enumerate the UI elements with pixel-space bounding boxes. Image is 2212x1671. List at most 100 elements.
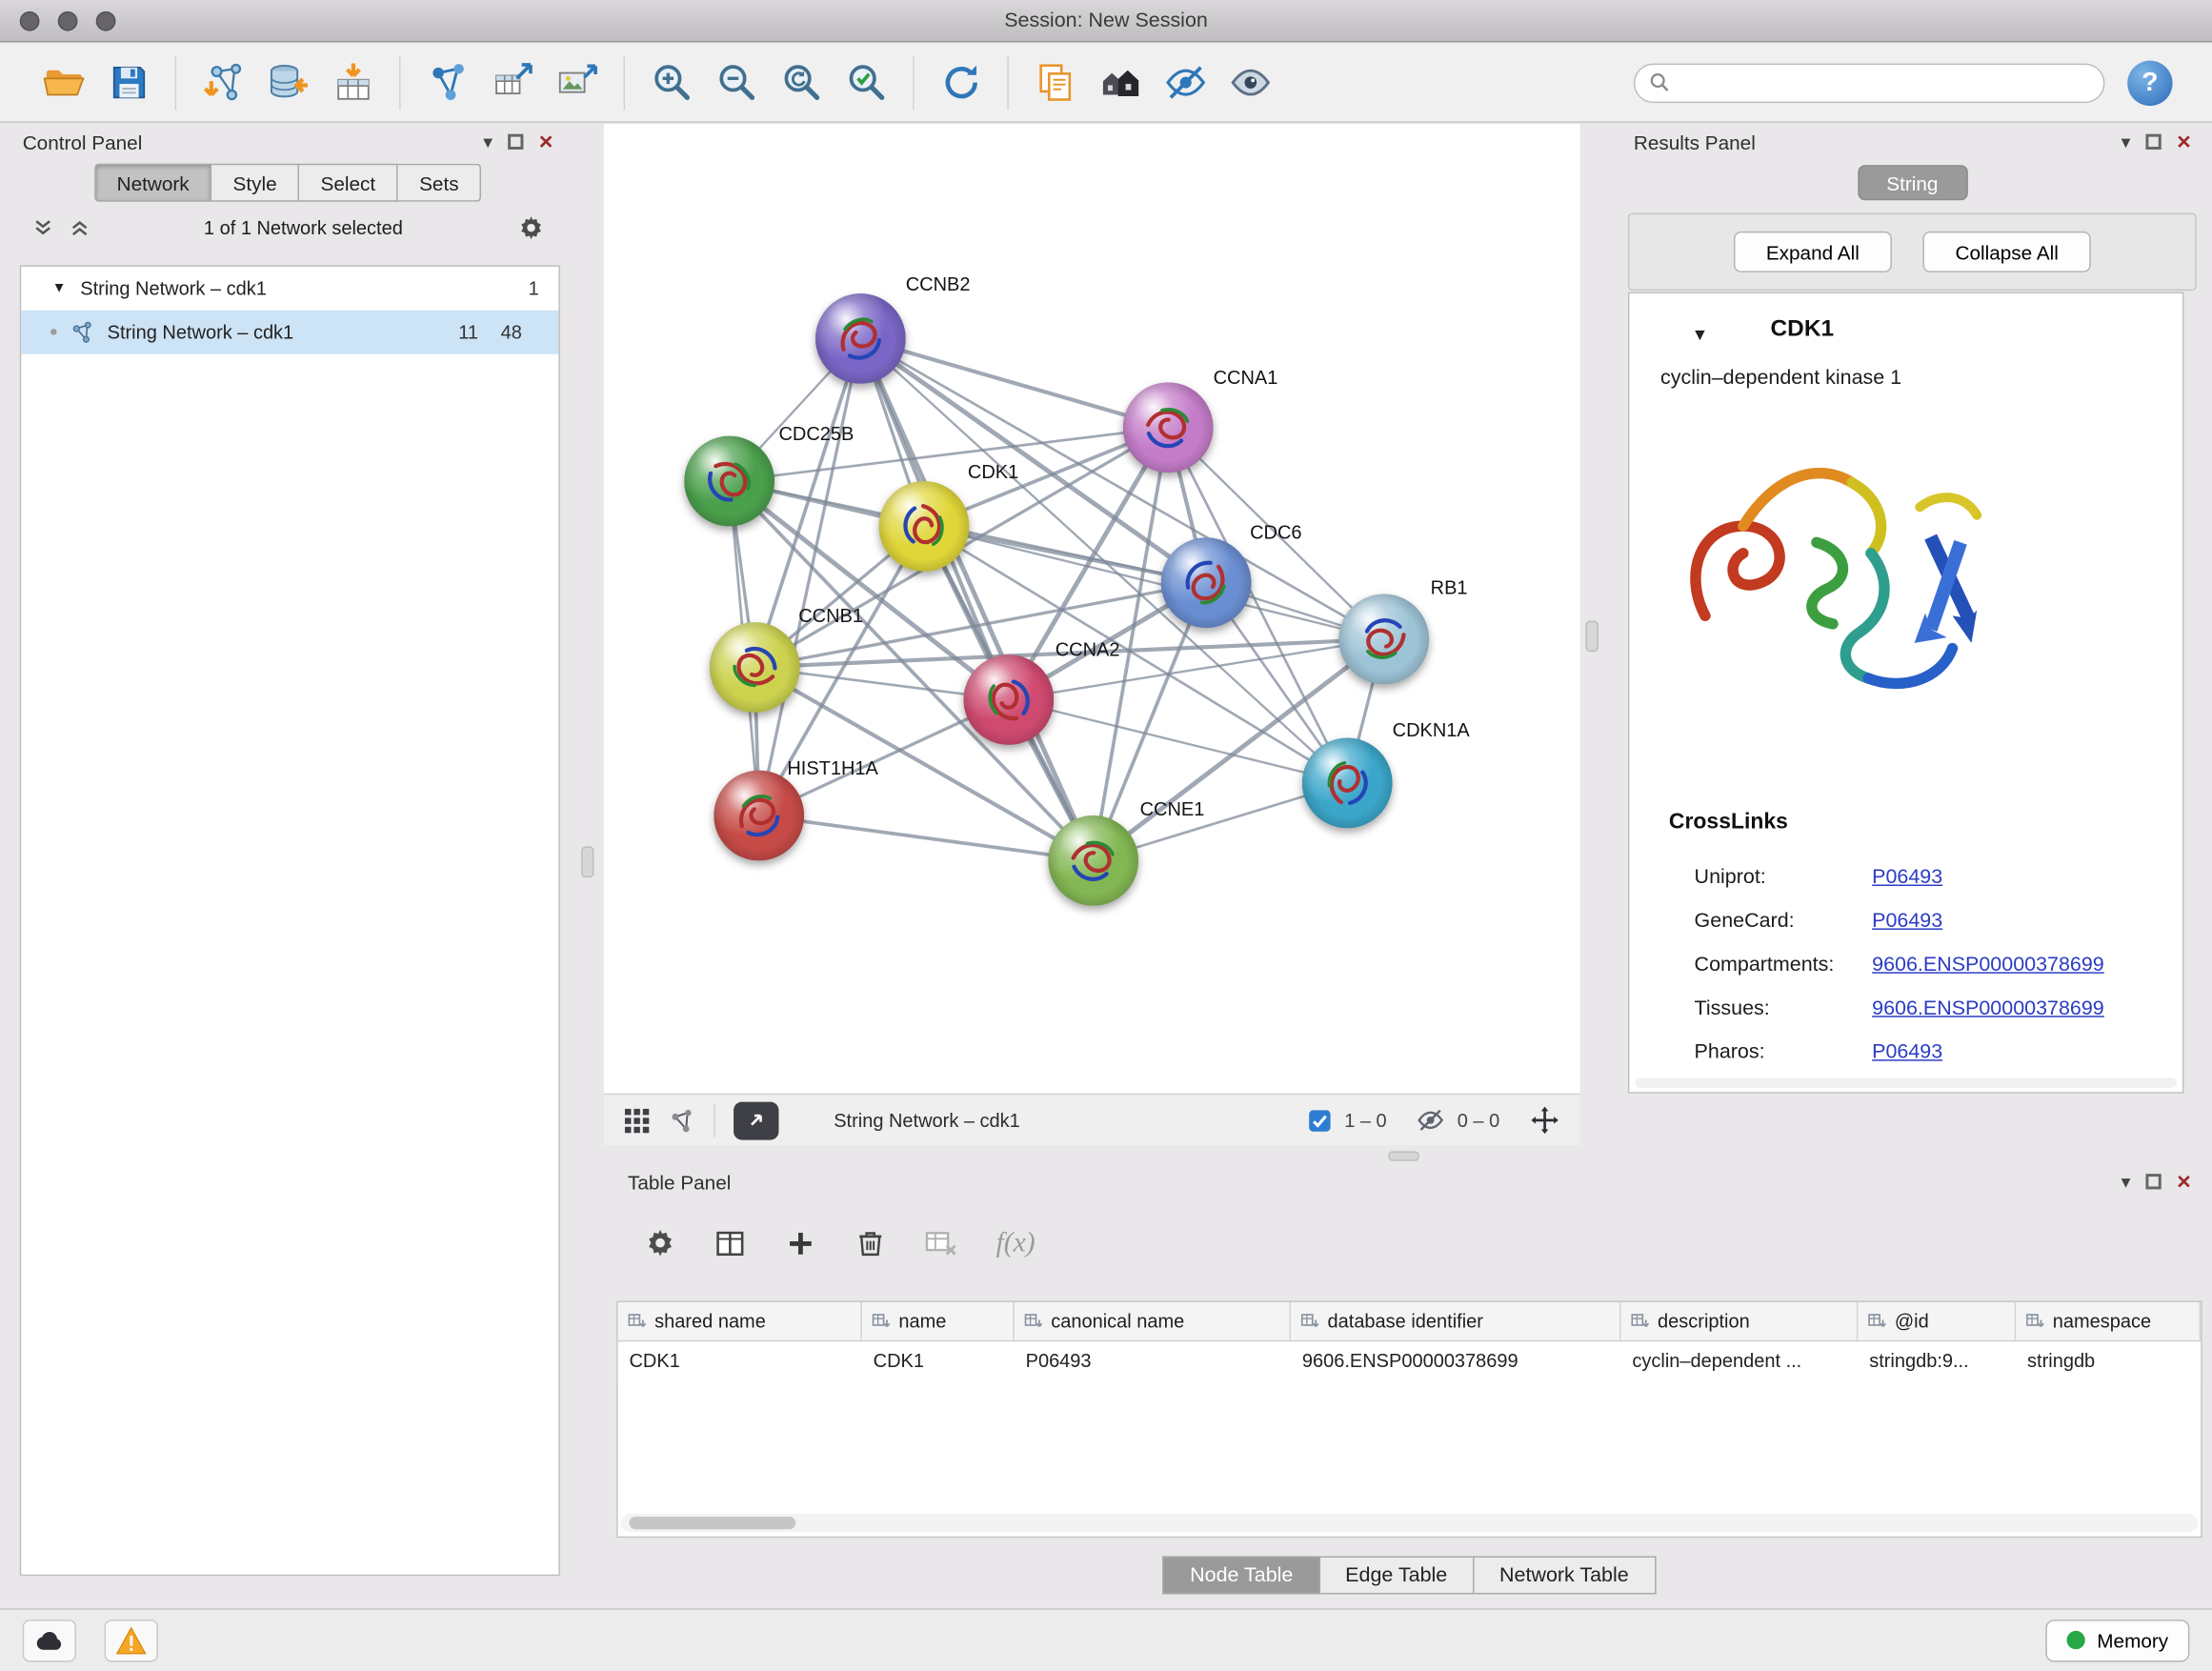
delete-column-trash-icon[interactable]: [855, 1227, 886, 1258]
expand-all-button[interactable]: Expand All: [1734, 232, 1892, 272]
selected-items-checkbox-icon[interactable]: [1308, 1108, 1332, 1132]
show-graphics-details-button[interactable]: [1217, 50, 1282, 115]
column-header-name[interactable]: name: [862, 1302, 1015, 1340]
network-node-CCNA1[interactable]: [1123, 382, 1214, 473]
tab-edge-table[interactable]: Edge Table: [1320, 1556, 1475, 1594]
crosslink-compartments-link[interactable]: 9606.ENSP00000378699: [1872, 953, 2104, 976]
duplicate-page-button[interactable]: [1023, 50, 1088, 115]
column-header-description[interactable]: description: [1621, 1302, 1859, 1340]
collapse-all-button[interactable]: Collapse All: [1922, 232, 2090, 272]
network-edge-layer: [604, 124, 1580, 1093]
maximize-window-icon[interactable]: [96, 11, 116, 31]
network-edge-count: 48: [491, 322, 522, 343]
gene-section-expanded-icon[interactable]: ▼: [1692, 325, 1709, 345]
splitter-handle-right[interactable]: [1586, 621, 1599, 653]
create-column-plus-icon[interactable]: [784, 1227, 816, 1259]
new-network-button[interactable]: [414, 50, 479, 115]
crosslink-uniprot-link[interactable]: P06493: [1872, 866, 1942, 889]
panel-close-icon[interactable]: ×: [539, 130, 553, 153]
results-horizontal-scrollbar[interactable]: [1635, 1077, 2177, 1087]
crosslink-genecard-link[interactable]: P06493: [1872, 909, 1942, 932]
scrollbar-thumb[interactable]: [629, 1517, 795, 1529]
zoom-in-button[interactable]: [639, 50, 704, 115]
column-header-database-identifier[interactable]: database identifier: [1291, 1302, 1621, 1340]
zoom-selected-button[interactable]: [834, 50, 898, 115]
table-options-gear-icon[interactable]: [645, 1227, 676, 1258]
panel-close-icon[interactable]: ×: [2177, 130, 2191, 153]
show-columns-icon[interactable]: [714, 1227, 746, 1259]
network-view-canvas[interactable]: CCNB2CCNA1CDC25BCDK1CDC6RB1CCNB1CCNA2CDK…: [604, 124, 1580, 1093]
warning-icon[interactable]: [105, 1619, 158, 1661]
column-type-icon: [628, 1312, 646, 1330]
refresh-network-button[interactable]: [928, 50, 993, 115]
memory-button[interactable]: Memory: [2046, 1619, 2189, 1661]
crosslink-pharos-link[interactable]: P06493: [1872, 1040, 1942, 1063]
results-panel-title: Results Panel: [1634, 131, 2105, 153]
tab-style[interactable]: Style: [211, 164, 299, 202]
export-image-button[interactable]: [545, 50, 610, 115]
table-horizontal-scrollbar[interactable]: [621, 1514, 2199, 1532]
tree-expanded-icon[interactable]: ▼: [52, 281, 67, 296]
network-node-CDK1[interactable]: [879, 481, 970, 572]
expand-all-networks-icon[interactable]: [65, 213, 93, 242]
network-node-label-CCNE1: CCNE1: [1140, 798, 1205, 819]
protein-structure-image: [1663, 412, 2019, 778]
protein-structure-thumbnail: [973, 664, 1044, 735]
grid-view-icon[interactable]: [624, 1107, 651, 1134]
tab-network-table[interactable]: Network Table: [1474, 1556, 1655, 1594]
import-network-file-button[interactable]: [191, 50, 255, 115]
network-node-CCNB1[interactable]: [710, 622, 800, 713]
network-node-CDKN1A[interactable]: [1302, 738, 1393, 829]
network-options-gear-icon[interactable]: [513, 211, 548, 245]
panel-collapse-icon[interactable]: ▾: [2122, 1173, 2131, 1191]
crosslink-tissues-link[interactable]: 9606.ENSP00000378699: [1872, 997, 2104, 1019]
zoom-fit-button[interactable]: [769, 50, 834, 115]
panel-collapse-icon[interactable]: ▾: [483, 132, 493, 151]
splitter-handle-horizontal[interactable]: [1388, 1151, 1419, 1160]
network-node-RB1[interactable]: [1338, 594, 1429, 684]
tab-sets[interactable]: Sets: [398, 164, 481, 202]
minimize-window-icon[interactable]: [58, 11, 78, 31]
network-node-CCNA2[interactable]: [963, 654, 1054, 745]
birdseye-view-button[interactable]: [1088, 50, 1153, 115]
network-row-selected[interactable]: ● String Network – cdk1 11 48: [21, 311, 558, 354]
table-row[interactable]: CDK1CDK1P064939606.ENSP00000378699cyclin…: [618, 1341, 2202, 1380]
tab-node-table[interactable]: Node Table: [1163, 1556, 1320, 1594]
panel-float-icon[interactable]: [2146, 1174, 2162, 1189]
panel-close-icon[interactable]: ×: [2177, 1170, 2191, 1194]
column-header-id[interactable]: @id: [1858, 1302, 2016, 1340]
birdseye-launch-icon[interactable]: [734, 1101, 778, 1139]
network-node-CDC25B[interactable]: [684, 436, 774, 527]
network-node-CDC6[interactable]: [1161, 537, 1252, 628]
collapse-all-networks-icon[interactable]: [29, 213, 57, 242]
fit-content-crosshair-icon[interactable]: [1529, 1105, 1560, 1137]
open-session-button[interactable]: [31, 50, 96, 115]
column-header-canonical-name[interactable]: canonical name: [1015, 1302, 1291, 1340]
column-header-namespace[interactable]: namespace: [2016, 1302, 2201, 1340]
search-input[interactable]: [1680, 72, 2089, 93]
panel-collapse-icon[interactable]: ▾: [2122, 132, 2131, 151]
column-header-shared-name[interactable]: shared name: [618, 1302, 862, 1340]
tab-string[interactable]: String: [1858, 165, 1968, 200]
help-button[interactable]: ?: [2127, 60, 2172, 105]
panel-float-icon[interactable]: [508, 134, 523, 150]
network-collection-row[interactable]: ▼ String Network – cdk1 1: [21, 267, 558, 311]
import-network-database-button[interactable]: [255, 50, 320, 115]
save-session-button[interactable]: [96, 50, 161, 115]
network-node-CCNE1[interactable]: [1048, 815, 1138, 906]
hide-graphics-details-button[interactable]: [1153, 50, 1217, 115]
tab-network[interactable]: Network: [94, 164, 211, 202]
network-node-HIST1H1A[interactable]: [714, 771, 804, 861]
network-node-CCNB2[interactable]: [815, 293, 906, 384]
import-table-file-button[interactable]: [320, 50, 385, 115]
tab-select[interactable]: Select: [299, 164, 398, 202]
panel-float-icon[interactable]: [2146, 134, 2162, 150]
network-view-icon[interactable]: [669, 1107, 695, 1134]
export-table-button[interactable]: [480, 50, 545, 115]
close-window-icon[interactable]: [20, 11, 40, 31]
cloud-icon[interactable]: [23, 1619, 76, 1661]
zoom-out-button[interactable]: [704, 50, 769, 115]
search-box[interactable]: [1634, 63, 2105, 102]
splitter-handle-left[interactable]: [581, 847, 593, 878]
hidden-items-icon[interactable]: [1417, 1106, 1445, 1135]
